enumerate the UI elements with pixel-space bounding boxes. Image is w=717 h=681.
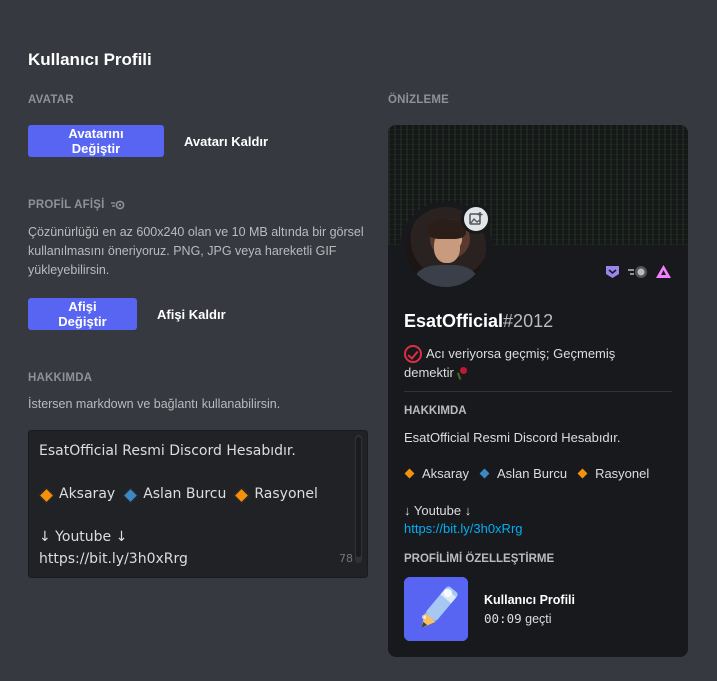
about-tag: Rasyonel — [254, 486, 318, 502]
pencil-icon — [404, 577, 468, 641]
nitro-icon — [110, 200, 125, 210]
activity-time: 00:09 geçti — [484, 611, 552, 626]
card-divider — [404, 391, 672, 392]
blue-diamond-icon — [479, 468, 491, 480]
about-youtube-url: https://bit.ly/3h0xRrg — [39, 550, 188, 567]
remove-banner-button[interactable]: Afişi Kaldır — [153, 298, 230, 330]
card-activity-heading: PROFİLİMİ ÖZELLEŞTİRME — [404, 553, 555, 565]
activity-image — [404, 577, 468, 641]
card-tag: Aslan Burcu — [496, 466, 568, 481]
username-text: EsatOfficial — [404, 311, 504, 331]
change-banner-button[interactable]: Afişi Değiştir — [28, 298, 137, 330]
about-section-label: HAKKIMDA — [28, 372, 93, 384]
activity-elapsed: 00:09 — [484, 611, 522, 626]
about-line-1: EsatOfficial Resmi Discord Hesabıdır. — [39, 443, 296, 459]
banner-section-header: PROFİL AFİŞİ — [28, 199, 125, 211]
profile-preview-card: EsatOfficial#2012 Acı veriyorsa geçmiş; … — [388, 125, 688, 657]
orange-diamond-icon — [577, 468, 589, 480]
early-supporter-icon[interactable] — [655, 263, 672, 280]
card-youtube-label: ↓ Youtube ↓ — [404, 503, 472, 518]
about-tags-line: Aksaray Aslan Burcu Rasyonel — [39, 484, 353, 506]
char-count: 78 — [339, 551, 353, 565]
about-tag: Aksaray — [59, 486, 116, 502]
banner-help-text: Çözünürlüğü en az 600x240 olan ve 10 MB … — [28, 225, 364, 277]
orange-diamond-icon — [39, 488, 53, 502]
profile-badges — [604, 263, 672, 280]
about-youtube-label: ↓ Youtube ↓ — [39, 529, 128, 545]
activity-title: Kullanıcı Profili — [484, 593, 575, 607]
discriminator: #2012 — [503, 311, 554, 331]
rose-emoji — [457, 367, 469, 379]
preview-section-label: ÖNİZLEME — [388, 94, 450, 106]
status-text-line2: demektir — [404, 364, 454, 380]
profile-username: EsatOfficial#2012 — [404, 311, 553, 332]
status-text-line1: Acı veriyorsa geçmiş; Geçmemiş — [426, 346, 616, 361]
add-image-button[interactable] — [461, 204, 491, 234]
card-tag: Rasyonel — [595, 466, 650, 481]
card-youtube-link[interactable]: https://bit.ly/3h0xRrg — [404, 520, 523, 538]
hypesquad-icon[interactable] — [604, 263, 621, 280]
card-about-tags: Aksaray Aslan Burcu Rasyonel — [404, 465, 649, 483]
about-tag: Aslan Burcu — [143, 486, 227, 502]
status-check-icon — [404, 344, 422, 363]
orange-diamond-icon — [234, 488, 248, 502]
blue-diamond-icon — [123, 488, 137, 502]
card-about-line1: EsatOfficial Resmi Discord Hesabıdır. — [404, 430, 621, 445]
add-image-icon — [469, 212, 483, 226]
page-title: Kullanıcı Profili — [28, 50, 152, 69]
change-avatar-button[interactable]: Avatarını Değiştir — [28, 125, 164, 157]
card-tag: Aksaray — [422, 466, 469, 481]
about-me-textarea[interactable]: EsatOfficial Resmi Discord Hesabıdır. Ak… — [28, 430, 368, 578]
about-help-text: İstersen markdown ve bağlantı kullanabil… — [28, 397, 281, 411]
remove-avatar-button[interactable]: Avatarı Kaldır — [180, 125, 272, 157]
card-about-heading: HAKKIMDA — [404, 405, 467, 417]
banner-section-label: PROFİL AFİŞİ — [28, 199, 105, 211]
nitro-boost-icon[interactable] — [627, 263, 649, 280]
orange-diamond-icon — [404, 468, 416, 480]
textarea-scrollbar[interactable] — [355, 435, 362, 563]
avatar-section-label: AVATAR — [28, 94, 74, 106]
custom-status: Acı veriyorsa geçmiş; Geçmemiş demektir — [404, 344, 654, 382]
activity-suffix: geçti — [525, 612, 552, 626]
